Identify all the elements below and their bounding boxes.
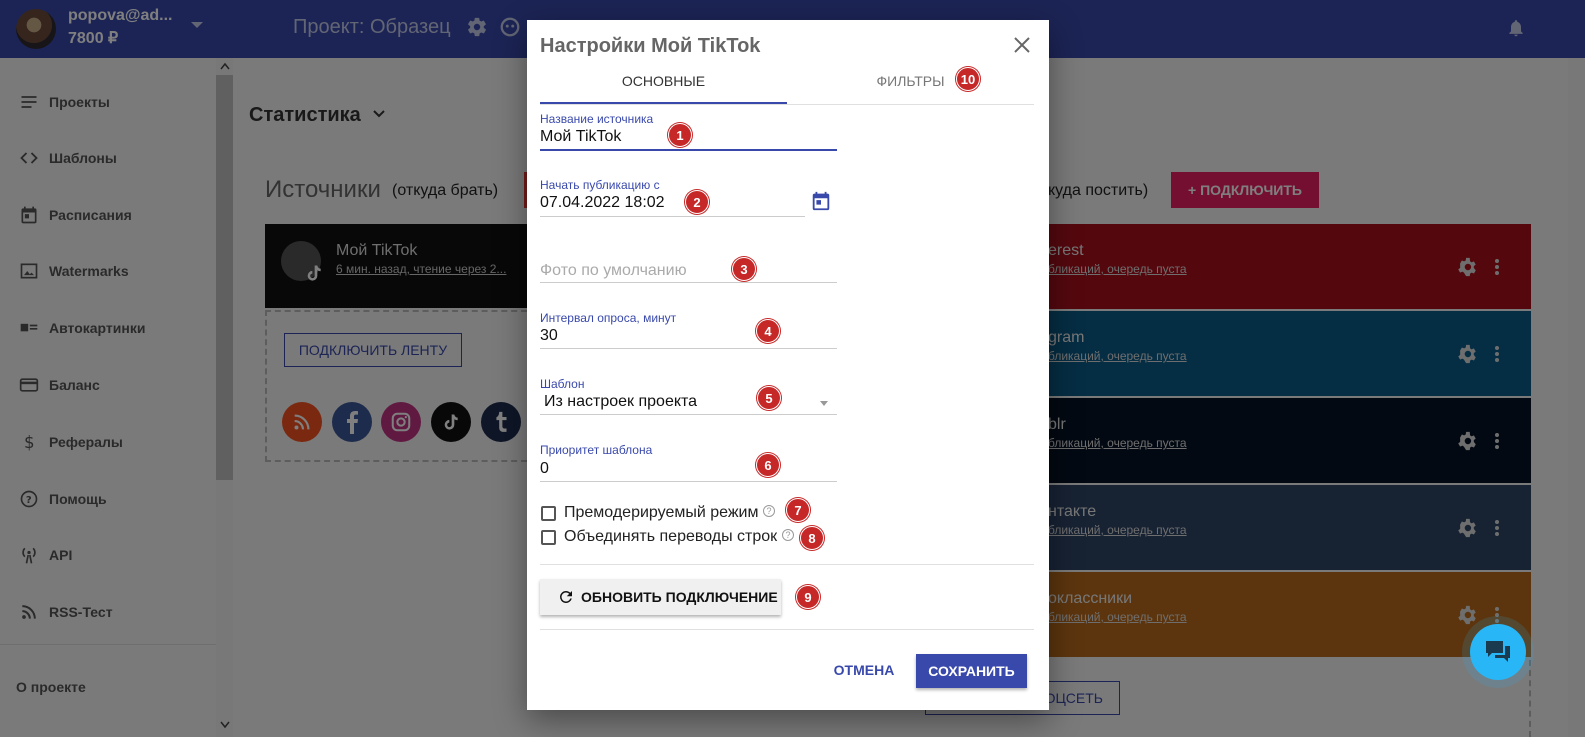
tab-main[interactable]: ОСНОВНЫЕ (540, 64, 787, 104)
annotation-badge: 8 (800, 526, 824, 550)
template-priority-input[interactable]: 0 (540, 460, 549, 478)
poll-interval-underline (540, 348, 837, 349)
annotation-badge: 7 (786, 498, 810, 522)
annotation-badge: 4 (756, 319, 780, 343)
merge-linebreaks-label[interactable]: Объединять переводы строк (564, 528, 777, 546)
refresh-connection-label: ОБНОВИТЬ ПОДКЛЮЧЕНИЕ (581, 589, 778, 605)
cancel-button[interactable]: ОТМЕНА (829, 657, 899, 683)
dialog-title: Настройки Мой TikTok (540, 35, 761, 57)
annotation-badge: 5 (757, 386, 781, 410)
help-icon[interactable]: ? (763, 505, 775, 517)
start-publication-underline (540, 216, 805, 217)
premoderation-checkbox[interactable] (541, 506, 556, 521)
dropdown-arrow-icon[interactable] (820, 401, 828, 406)
default-photo-underline (540, 282, 837, 283)
annotation-badge: 6 (756, 453, 780, 477)
refresh-connection-button[interactable]: ОБНОВИТЬ ПОДКЛЮЧЕНИЕ (540, 579, 781, 615)
merge-linebreaks-checkbox[interactable] (541, 530, 556, 545)
start-publication-label: Начать публикацию с (540, 178, 660, 192)
template-priority-label: Приоритет шаблона (540, 443, 653, 457)
settings-dialog: Настройки Мой TikTok ОСНОВНЫЕ ФИЛЬТРЫ 10… (527, 20, 1049, 710)
annotation-badge: 10 (956, 67, 980, 91)
source-name-underline (540, 149, 837, 151)
tabs-divider (540, 104, 1034, 105)
tab-filters[interactable]: ФИЛЬТРЫ (787, 64, 1034, 104)
template-underline (540, 414, 837, 415)
start-publication-input[interactable]: 07.04.2022 18:02 (540, 194, 665, 212)
save-button[interactable]: СОХРАНИТЬ (916, 654, 1027, 688)
annotation-badge: 1 (668, 123, 692, 147)
divider (540, 629, 1034, 630)
help-icon[interactable]: ? (782, 529, 794, 541)
calendar-icon[interactable] (810, 190, 832, 212)
annotation-badge: 3 (732, 257, 756, 281)
default-photo-input[interactable]: Фото по умолчанию (540, 262, 687, 280)
template-label: Шаблон (540, 377, 585, 391)
source-name-label: Название источника (540, 112, 654, 126)
template-select[interactable]: Из настроек проекта (544, 393, 697, 411)
template-priority-underline (540, 481, 837, 482)
poll-interval-input[interactable]: 30 (540, 327, 558, 345)
poll-interval-label: Интервал опроса, минут (540, 311, 677, 325)
refresh-icon (560, 591, 572, 603)
chat-button[interactable] (1470, 624, 1526, 680)
divider (540, 564, 1034, 565)
annotation-badge: 2 (685, 190, 709, 214)
close-icon[interactable] (1013, 36, 1031, 54)
annotation-badge: 9 (796, 585, 820, 609)
chat-icon (1486, 641, 1510, 662)
source-name-input[interactable]: Мой TikTok (540, 128, 621, 146)
premoderation-label[interactable]: Премодерируемый режим (564, 504, 759, 522)
